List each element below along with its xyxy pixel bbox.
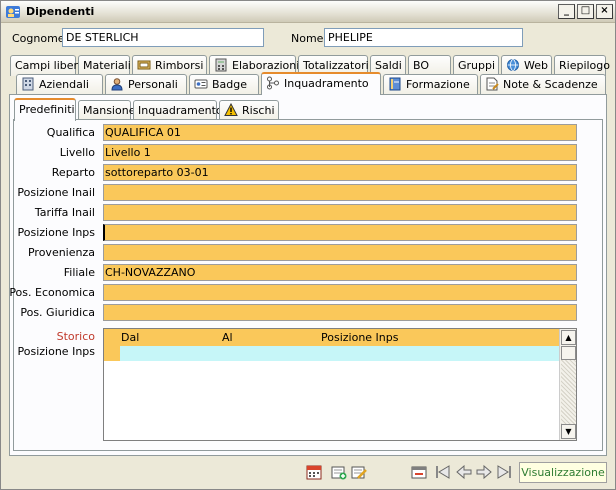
window-title: Dipendenti bbox=[26, 5, 95, 18]
tariffa-inail-field[interactable] bbox=[103, 204, 577, 221]
posizione-inps-field[interactable] bbox=[103, 224, 577, 241]
table-row[interactable] bbox=[104, 346, 560, 361]
hierarchy-icon bbox=[267, 76, 279, 90]
globe-icon bbox=[507, 59, 519, 71]
minimize-button[interactable]: _ bbox=[558, 4, 575, 19]
nome-input[interactable]: PHELIPE bbox=[324, 28, 523, 47]
column-header-posizione-inps[interactable]: Posizione Inps bbox=[321, 331, 398, 344]
qualifica-field[interactable]: QUALIFICA 01 bbox=[103, 124, 577, 141]
mode-status: Visualizzazione bbox=[519, 462, 607, 483]
storico-grid[interactable]: Dal Al Posizione Inps ▲ ▼ bbox=[103, 328, 577, 441]
previous-record-icon[interactable] bbox=[456, 464, 472, 480]
livello-field[interactable]: Livello 1 bbox=[103, 144, 577, 161]
badge-icon bbox=[194, 79, 208, 89]
cognome-input[interactable]: DE STERLICH bbox=[62, 28, 264, 47]
filiale-field[interactable]: CH-NOVAZZANO bbox=[103, 264, 577, 281]
subtab-inquadramento[interactable]: Inquadramento bbox=[133, 100, 223, 121]
building-icon bbox=[22, 77, 34, 91]
title-bar[interactable]: Dipendenti _ □ × bbox=[1, 1, 615, 23]
reparto-label: Reparto bbox=[51, 166, 95, 179]
tab-aziendali[interactable]: Aziendali bbox=[16, 74, 103, 95]
warning-icon bbox=[224, 103, 238, 116]
scroll-up-button[interactable]: ▲ bbox=[561, 330, 576, 345]
calendar-icon[interactable] bbox=[306, 464, 322, 480]
qualifica-label: Qualifica bbox=[46, 126, 95, 139]
subtab-rischi[interactable]: Rischi bbox=[219, 100, 279, 121]
last-record-icon[interactable] bbox=[496, 464, 512, 480]
tab-inquadramento[interactable]: Inquadramento bbox=[261, 72, 381, 95]
storico-grid-header: Dal Al Posizione Inps bbox=[104, 329, 560, 346]
nome-label: Nome bbox=[291, 32, 324, 45]
close-button[interactable]: × bbox=[596, 4, 613, 19]
posizione-inail-label: Posizione Inail bbox=[17, 186, 95, 199]
delete-record-icon[interactable] bbox=[411, 464, 427, 480]
pos-economica-field[interactable] bbox=[103, 284, 577, 301]
tab-formazione[interactable]: Formazione bbox=[383, 74, 478, 95]
tab-personali[interactable]: Personali bbox=[105, 74, 187, 95]
scroll-thumb[interactable] bbox=[561, 346, 576, 360]
column-header-dal[interactable]: Dal bbox=[121, 331, 139, 344]
row-indicator bbox=[104, 346, 120, 361]
pos-giuridica-label: Pos. Giuridica bbox=[20, 306, 95, 319]
rimborsi-icon bbox=[137, 60, 151, 70]
person-icon bbox=[111, 78, 123, 91]
tab-gruppi[interactable]: Gruppi bbox=[453, 55, 499, 76]
filiale-label: Filiale bbox=[63, 266, 95, 279]
tab-campi-liberi[interactable]: Campi liberi bbox=[10, 55, 81, 76]
add-record-icon[interactable] bbox=[331, 464, 347, 480]
note-icon bbox=[486, 77, 499, 91]
tab-rimborsi[interactable]: Rimborsi bbox=[132, 55, 207, 76]
tab-riepilogo[interactable]: Riepilogo bbox=[554, 55, 610, 76]
next-record-icon[interactable] bbox=[476, 464, 492, 480]
column-header-al[interactable]: Al bbox=[222, 331, 233, 344]
cognome-label: Cognome bbox=[12, 32, 65, 45]
calculator-icon bbox=[215, 58, 227, 72]
tariffa-inail-label: Tariffa Inail bbox=[34, 206, 95, 219]
pos-giuridica-field[interactable] bbox=[103, 304, 577, 321]
edit-record-icon[interactable] bbox=[351, 464, 367, 480]
storico-scrollbar[interactable]: ▲ ▼ bbox=[559, 329, 576, 440]
maximize-button[interactable]: □ bbox=[577, 4, 594, 19]
livello-label: Livello bbox=[59, 146, 95, 159]
reparto-field[interactable]: sottoreparto 03-01 bbox=[103, 164, 577, 181]
scroll-down-button[interactable]: ▼ bbox=[561, 424, 576, 439]
provenienza-field[interactable] bbox=[103, 244, 577, 261]
scroll-track[interactable] bbox=[561, 360, 576, 424]
provenienza-label: Provenienza bbox=[27, 246, 95, 259]
book-icon bbox=[389, 77, 401, 91]
tab-web[interactable]: Web bbox=[501, 55, 552, 76]
tab-note-scadenze[interactable]: Note & Scadenze bbox=[480, 74, 606, 95]
tab-badge[interactable]: Badge bbox=[189, 74, 259, 95]
app-icon bbox=[6, 6, 20, 18]
storico-subtitle: Posizione Inps bbox=[17, 345, 95, 358]
pos-economica-label: Pos. Economica bbox=[9, 286, 95, 299]
tab-materiali[interactable]: Materiali bbox=[78, 55, 131, 76]
posizione-inail-field[interactable] bbox=[103, 184, 577, 201]
tab-bo[interactable]: BO bbox=[408, 55, 451, 76]
window-dipendenti: Dipendenti _ □ × Cognome DE STERLICH Nom… bbox=[0, 0, 616, 490]
subtab-mansione[interactable]: Mansione bbox=[78, 100, 135, 121]
first-record-icon[interactable] bbox=[435, 464, 451, 480]
posizione-inps-label: Posizione Inps bbox=[17, 226, 95, 239]
subtab-predefiniti[interactable]: Predefiniti bbox=[14, 98, 76, 121]
storico-title: Storico bbox=[56, 330, 95, 343]
